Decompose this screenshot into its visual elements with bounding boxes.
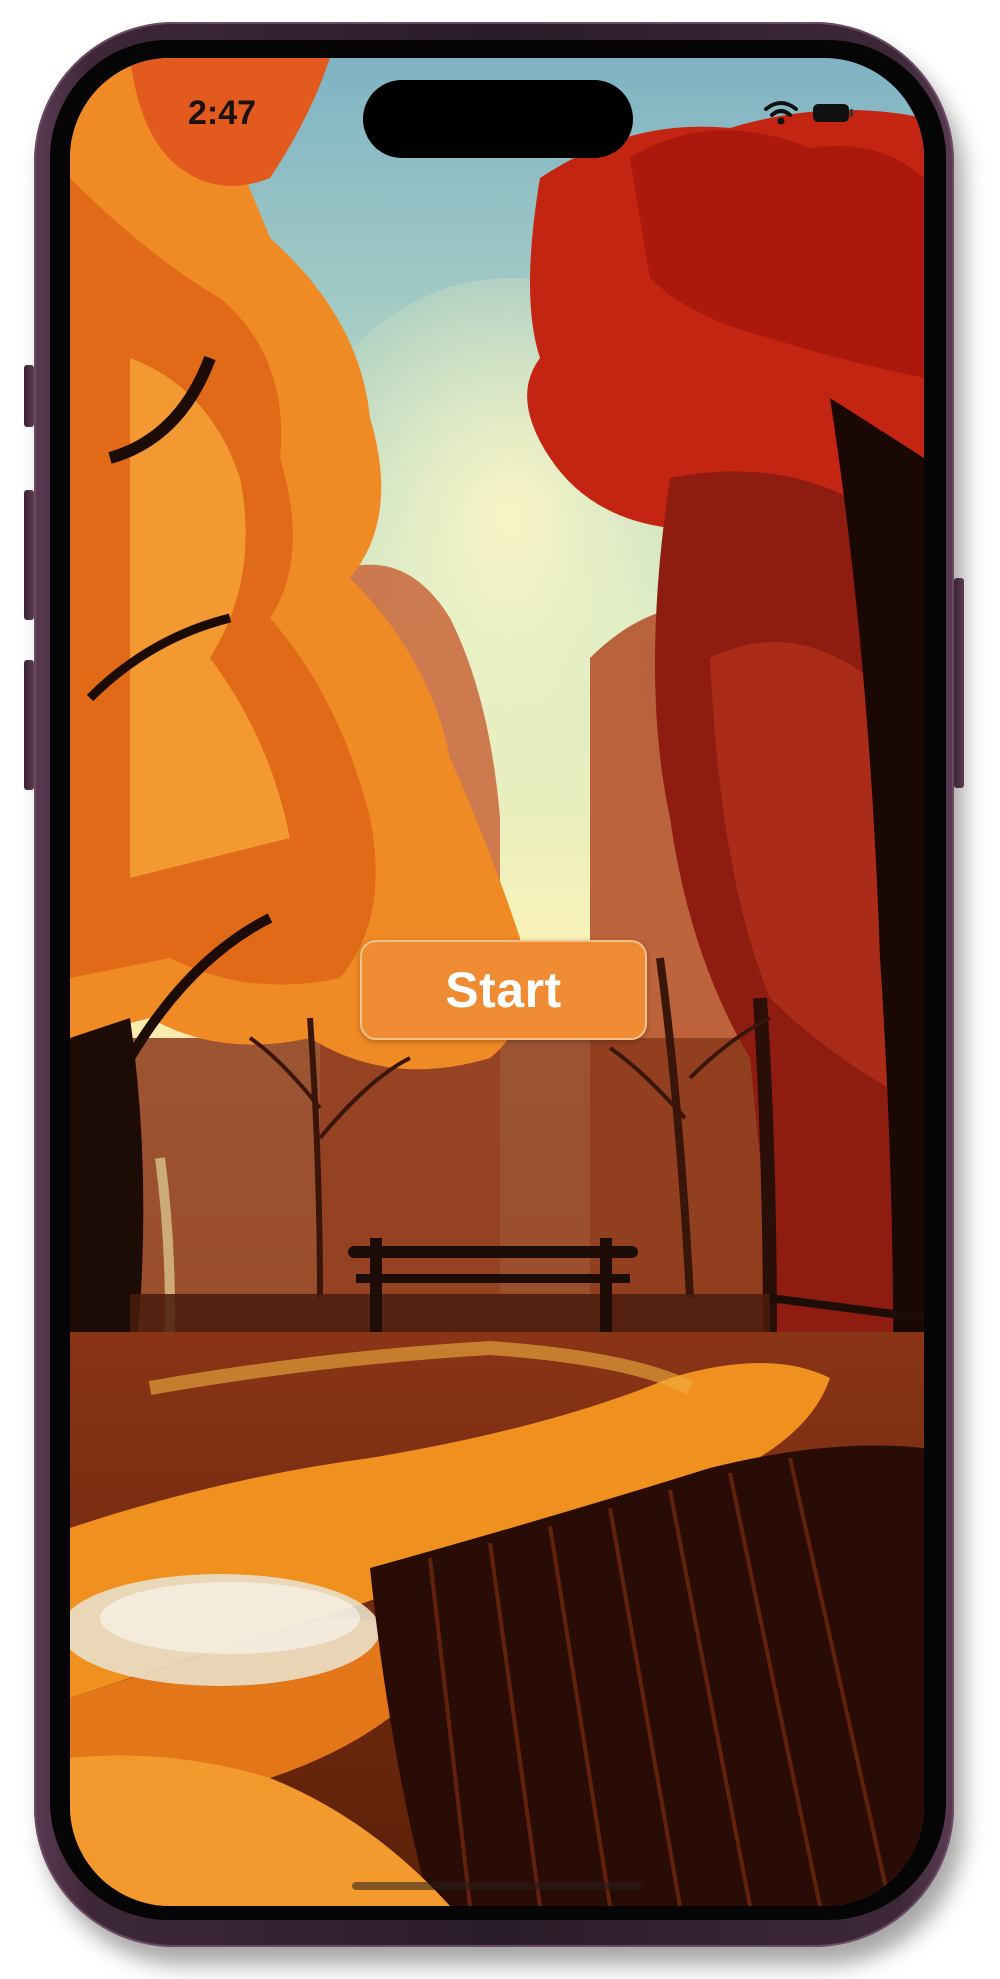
- volume-up-button: [24, 490, 34, 620]
- action-button: [24, 365, 34, 427]
- volume-down-button: [24, 660, 34, 790]
- power-button: [954, 578, 964, 788]
- home-indicator[interactable]: [352, 1882, 642, 1890]
- wifi-icon: [764, 101, 798, 125]
- app-screen: 2:47 Start: [70, 58, 924, 1906]
- status-icons: [764, 100, 854, 126]
- battery-icon: [813, 104, 853, 122]
- status-time: 2:47: [188, 94, 257, 132]
- dynamic-island: [363, 80, 633, 158]
- start-button[interactable]: Start: [360, 940, 647, 1040]
